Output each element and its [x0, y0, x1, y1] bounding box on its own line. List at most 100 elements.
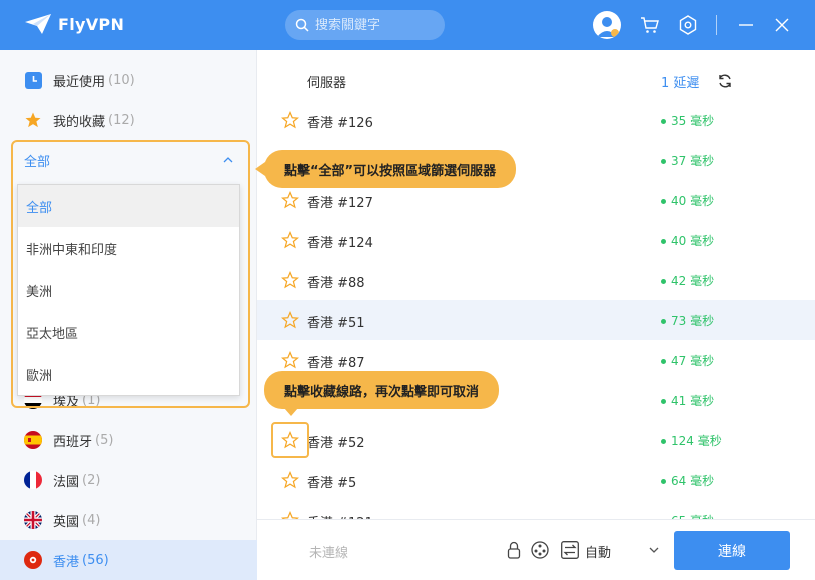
- star-outline-icon[interactable]: [281, 311, 299, 329]
- dropdown-option[interactable]: 歐洲: [18, 353, 239, 395]
- dropdown-option[interactable]: 非洲中東和印度: [18, 227, 239, 269]
- sidebar-item-label: 西班牙: [53, 434, 93, 450]
- latency-dot-icon: [661, 479, 666, 484]
- toolbar-divider: [716, 15, 717, 35]
- latency-dot-icon: [661, 359, 666, 364]
- app-title: FlyVPN: [58, 14, 125, 34]
- connect-button[interactable]: 連線: [674, 531, 790, 570]
- server-name: 香港 #87: [307, 356, 365, 371]
- star-outline-icon[interactable]: [281, 111, 299, 129]
- server-latency: 40 毫秒: [661, 232, 714, 249]
- chevron-up-icon: [223, 157, 233, 163]
- flag-france-icon: [24, 471, 42, 489]
- server-latency: 124 毫秒: [661, 432, 722, 449]
- paper-plane-icon: [25, 14, 51, 34]
- sidebar-item-count: (56): [82, 552, 109, 568]
- settings-icon: [679, 15, 697, 35]
- search-box[interactable]: [285, 10, 445, 40]
- latency-dot-icon: [661, 159, 666, 164]
- server-latency: 47 毫秒: [661, 352, 714, 369]
- latency-value: 37 毫秒: [671, 154, 715, 168]
- flag-uk-icon: [24, 511, 42, 529]
- server-name: 香港 #51: [307, 316, 365, 331]
- server-latency: 64 毫秒: [661, 472, 714, 489]
- minimize-icon: [739, 24, 753, 26]
- region-filter-tip: 點擊“全部”可以按照區域篩選伺服器: [255, 150, 517, 188]
- chevron-down-icon[interactable]: [649, 547, 659, 554]
- latency-dot-icon: [661, 319, 666, 324]
- region-dropdown: 全部 非洲中東和印度 美洲 亞太地區 歐洲: [17, 184, 240, 396]
- sidebar-item-spain[interactable]: 西班牙 (5): [0, 420, 257, 460]
- server-name: 香港 #124: [307, 236, 373, 251]
- user-icon: [597, 17, 619, 37]
- clock-icon: [24, 71, 42, 89]
- server-name: 香港 #127: [307, 196, 373, 211]
- server-name: 香港 #5: [307, 476, 357, 491]
- tip-pointer-icon: [255, 162, 265, 176]
- star-outline-icon[interactable]: [281, 351, 299, 369]
- sidebar-item-label: 最近使用: [53, 74, 106, 90]
- user-avatar[interactable]: [593, 11, 621, 39]
- region-selected-label: 全部: [24, 154, 51, 170]
- tip-text: 點擊“全部”可以按照區域篩選伺服器: [284, 163, 497, 179]
- server-latency: 40 毫秒: [661, 192, 714, 209]
- star-outline-icon[interactable]: [281, 191, 299, 209]
- minimize-button[interactable]: [734, 13, 758, 37]
- server-row[interactable]: 香港 #5 64 毫秒: [257, 460, 815, 500]
- sidebar-item-favorites[interactable]: 我的收藏 (12): [0, 100, 257, 140]
- region-select[interactable]: 全部: [11, 140, 250, 180]
- latency-value: 41 毫秒: [671, 394, 715, 408]
- flag-spain-icon: [24, 431, 42, 449]
- latency-value: 40 毫秒: [671, 234, 715, 248]
- sidebar-item-count: (5): [95, 432, 114, 448]
- connection-bar: 未連線 自動 連線: [257, 519, 815, 580]
- server-latency: 73 毫秒: [661, 312, 714, 329]
- search-input[interactable]: [315, 17, 435, 33]
- cart-button[interactable]: [638, 13, 662, 37]
- star-outline-icon[interactable]: [281, 231, 299, 249]
- server-name: 香港 #126: [307, 116, 373, 131]
- lock-icon[interactable]: [507, 541, 521, 559]
- server-row[interactable]: 香港 #51 73 毫秒: [257, 300, 815, 340]
- latency-value: 40 毫秒: [671, 194, 715, 208]
- dropdown-option[interactable]: 亞太地區: [18, 311, 239, 353]
- server-row[interactable]: 香港 #126 35 毫秒: [257, 100, 815, 140]
- star-outline-icon[interactable]: [281, 271, 299, 289]
- sidebar-item-count: (4): [82, 512, 101, 528]
- latency-dot-icon: [661, 279, 666, 284]
- server-latency: 35 毫秒: [661, 112, 714, 129]
- server-row[interactable]: 香港 #124 40 毫秒: [257, 220, 815, 260]
- server-column-header: 伺服器: [307, 76, 347, 91]
- cart-icon: [641, 17, 659, 33]
- app-logo: FlyVPN: [24, 13, 124, 35]
- latency-value: 42 毫秒: [671, 274, 715, 288]
- close-button[interactable]: [770, 13, 794, 37]
- star-outline-icon[interactable]: [281, 471, 299, 489]
- sidebar-item-uk[interactable]: 英國 (4): [0, 500, 257, 540]
- sidebar-item-recent[interactable]: 最近使用 (10): [0, 60, 257, 100]
- latency-dot-icon: [661, 439, 666, 444]
- sort-latency-button[interactable]: 1 延遲: [661, 72, 699, 91]
- server-row[interactable]: 香港 #52 124 毫秒: [257, 420, 815, 460]
- refresh-icon[interactable]: [717, 73, 733, 89]
- sidebar-item-label: 英國: [53, 514, 80, 530]
- sidebar-item-count: (10): [108, 72, 135, 88]
- mode-select[interactable]: 自動: [585, 542, 611, 561]
- protocol-icon[interactable]: [531, 541, 549, 559]
- latency-dot-icon: [661, 239, 666, 244]
- switch-mode-icon[interactable]: [561, 541, 579, 559]
- latency-value: 124 毫秒: [671, 434, 722, 448]
- sidebar-item-label: 香港: [53, 554, 80, 570]
- sidebar-item-france[interactable]: 法國 (2): [0, 460, 257, 500]
- search-icon: [295, 18, 309, 32]
- server-latency: 37 毫秒: [661, 152, 714, 169]
- dropdown-option[interactable]: 美洲: [18, 269, 239, 311]
- settings-button[interactable]: [676, 13, 700, 37]
- latency-value: 47 毫秒: [671, 354, 715, 368]
- server-name: 香港 #88: [307, 276, 365, 291]
- server-row[interactable]: 香港 #88 42 毫秒: [257, 260, 815, 300]
- server-name: 香港 #52: [307, 436, 365, 451]
- dropdown-option[interactable]: 全部: [18, 185, 239, 227]
- server-latency: 41 毫秒: [661, 392, 714, 409]
- sidebar-item-hongkong[interactable]: 香港 (56): [0, 540, 257, 580]
